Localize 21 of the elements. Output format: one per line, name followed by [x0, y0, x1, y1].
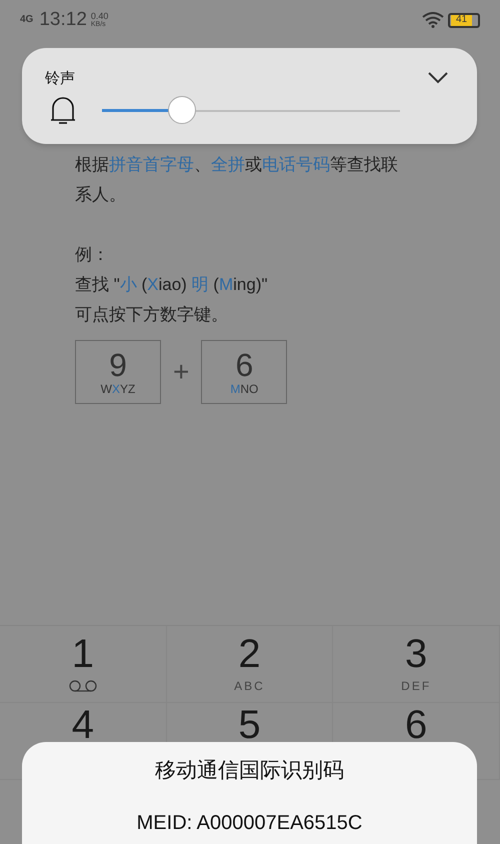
dial-key[interactable]: 3 DEF	[333, 626, 500, 703]
dial-key[interactable]: 2 ABC	[166, 626, 334, 703]
meid-text: MEID: A000007EA6515C	[136, 813, 362, 833]
bell-icon	[50, 96, 76, 126]
voicemail-icon	[68, 680, 98, 692]
help-text: 根据拼音首字母、全拼或电话号码等查找联系人。	[75, 154, 399, 206]
plus-sign: +	[173, 357, 190, 387]
speed-value: 0.40	[90, 12, 108, 21]
chevron-down-icon[interactable]	[427, 71, 449, 85]
key-example: 9 WXYZ	[75, 340, 161, 404]
volume-label: 铃声	[45, 69, 75, 89]
clock: 13:12	[39, 8, 87, 32]
key-example: 6 MNO	[201, 340, 288, 404]
wifi-icon	[422, 12, 444, 28]
dial-key[interactable]: 1	[0, 626, 167, 703]
network-label: 4G	[20, 15, 34, 25]
help-text: 查找 "小 (Xiao) 明 (Ming)"	[75, 274, 269, 296]
battery-indicator: 41	[448, 12, 480, 28]
volume-slider[interactable]	[102, 96, 400, 126]
help-text: 可点按下方数字键。	[75, 304, 229, 326]
help-text: 例：	[75, 244, 110, 266]
